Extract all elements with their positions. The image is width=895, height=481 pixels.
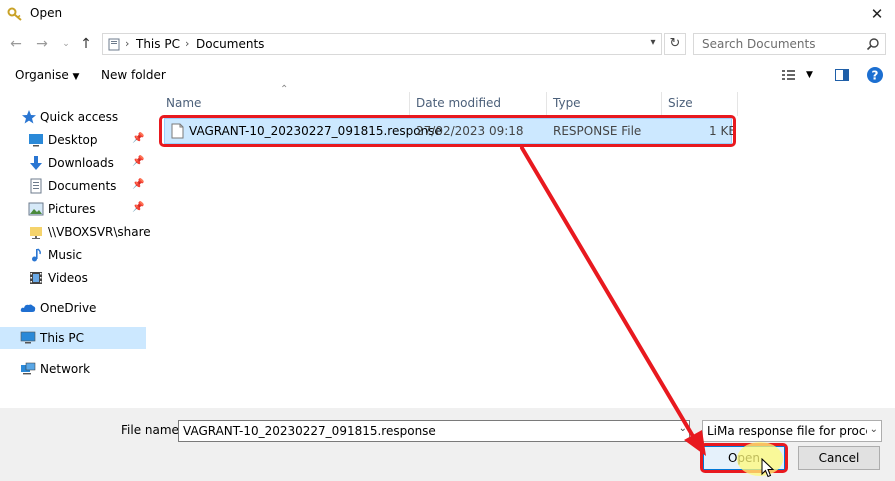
- keys-app-icon: [7, 7, 22, 21]
- search-input[interactable]: [702, 36, 862, 52]
- refresh-icon[interactable]: ↻: [664, 33, 686, 55]
- music-note-icon: [32, 248, 41, 262]
- sidebar-item-label: OneDrive: [40, 301, 97, 315]
- video-icon: [30, 272, 42, 284]
- pin-icon[interactable]: 📌: [132, 133, 144, 144]
- sidebar-item-label: Music: [48, 248, 83, 262]
- organise-chevron-icon: ▼: [72, 72, 80, 82]
- sidebar-item-music[interactable]: Music: [0, 244, 146, 266]
- chevron-down-icon[interactable]: ⌄: [870, 424, 878, 435]
- search-box[interactable]: [693, 33, 886, 55]
- preview-pane-icon[interactable]: [834, 67, 850, 83]
- cloud-icon: [20, 304, 36, 312]
- sidebar-item-downloads[interactable]: Downloads 📌: [0, 152, 146, 174]
- sidebar-item-label: Downloads: [48, 156, 114, 170]
- pc-icon: [108, 38, 120, 51]
- window-title: Open: [30, 6, 63, 20]
- click-highlight: [737, 442, 783, 476]
- address-bar[interactable]: › This PC › Documents: [102, 33, 662, 55]
- sidebar-item-label: \\VBOXSVR\shared_: [48, 225, 165, 239]
- sidebar-item-quick-access[interactable]: Quick access: [0, 106, 146, 128]
- title-bar: Open ✕: [0, 0, 895, 28]
- sidebar-item-network[interactable]: Network: [0, 358, 146, 380]
- column-header-name[interactable]: Name: [160, 92, 410, 116]
- command-bar: Organise ▼ New folder ▼ ?: [0, 62, 895, 90]
- pin-icon[interactable]: 📌: [132, 156, 144, 167]
- chevron-down-icon[interactable]: ⌄: [679, 423, 687, 434]
- organise-label: Organise: [15, 68, 69, 82]
- close-icon[interactable]: ✕: [865, 2, 889, 26]
- breadcrumb-separator-icon: ›: [125, 37, 130, 50]
- up-arrow-icon[interactable]: ↑: [76, 34, 96, 54]
- search-icon[interactable]: [866, 37, 880, 51]
- computer-icon: [20, 331, 36, 344]
- sidebar-item-vboxsvr-shared[interactable]: \\VBOXSVR\shared_: [0, 221, 164, 243]
- sidebar-item-label: Quick access: [40, 110, 119, 124]
- desktop-icon: [29, 134, 43, 147]
- new-folder-button[interactable]: New folder: [101, 68, 166, 82]
- sidebar-item-label: Network: [40, 362, 91, 376]
- file-type-select[interactable]: LiMa response file for processing ⌄: [702, 420, 882, 442]
- organise-button[interactable]: Organise ▼: [15, 68, 79, 82]
- help-icon[interactable]: ?: [866, 66, 884, 84]
- cancel-button[interactable]: Cancel: [798, 446, 880, 470]
- file-name-combobox[interactable]: ⌄: [178, 420, 690, 442]
- sidebar-item-documents[interactable]: Documents 📌: [0, 175, 146, 197]
- network-folder-icon: [30, 227, 42, 239]
- sidebar-item-label: Desktop: [48, 133, 98, 147]
- sidebar-item-this-pc[interactable]: This PC: [0, 327, 146, 349]
- column-header-type[interactable]: Type: [547, 92, 662, 116]
- sidebar-item-onedrive[interactable]: OneDrive: [0, 297, 146, 319]
- breadcrumb-separator-icon: ›: [185, 37, 190, 50]
- document-icon: [30, 178, 42, 194]
- sidebar-item-label: Documents: [48, 179, 117, 193]
- back-arrow-icon[interactable]: ←: [6, 34, 26, 54]
- download-arrow-icon: [30, 156, 42, 170]
- star-icon: [22, 110, 36, 124]
- navigation-pane: Quick access Desktop 📌 Downloads 📌 Docum…: [0, 92, 164, 407]
- sidebar-item-desktop[interactable]: Desktop 📌: [0, 129, 146, 151]
- svg-text:?: ?: [872, 69, 879, 83]
- address-dropdown-chevron-icon[interactable]: ▾: [646, 34, 660, 52]
- mouse-cursor-icon: [761, 458, 775, 478]
- sidebar-item-label: Videos: [48, 271, 88, 285]
- sidebar-item-videos[interactable]: Videos: [0, 267, 146, 289]
- view-list-icon[interactable]: [781, 67, 799, 83]
- sidebar-item-pictures[interactable]: Pictures 📌: [0, 198, 146, 220]
- pin-icon[interactable]: 📌: [132, 179, 144, 190]
- breadcrumb-documents[interactable]: Documents: [196, 37, 264, 51]
- picture-icon: [28, 202, 44, 216]
- file-name-label: File name:: [121, 423, 183, 437]
- sidebar-item-label: Pictures: [48, 202, 96, 216]
- annotation-highlight-box: [159, 115, 736, 147]
- column-header-date-modified[interactable]: Date modified: [410, 92, 547, 116]
- breadcrumb-this-pc[interactable]: This PC: [136, 37, 180, 51]
- sidebar-item-label: This PC: [40, 331, 84, 345]
- pin-icon[interactable]: 📌: [132, 202, 144, 213]
- forward-arrow-icon[interactable]: →: [32, 34, 52, 54]
- column-header-size[interactable]: Size: [662, 92, 738, 116]
- file-name-input[interactable]: [183, 423, 673, 439]
- recent-locations-chevron-icon[interactable]: ⌄: [56, 34, 76, 54]
- network-icon: [21, 362, 36, 375]
- view-options-chevron-icon[interactable]: ▼: [806, 70, 813, 80]
- file-type-value: LiMa response file for processing: [707, 424, 867, 438]
